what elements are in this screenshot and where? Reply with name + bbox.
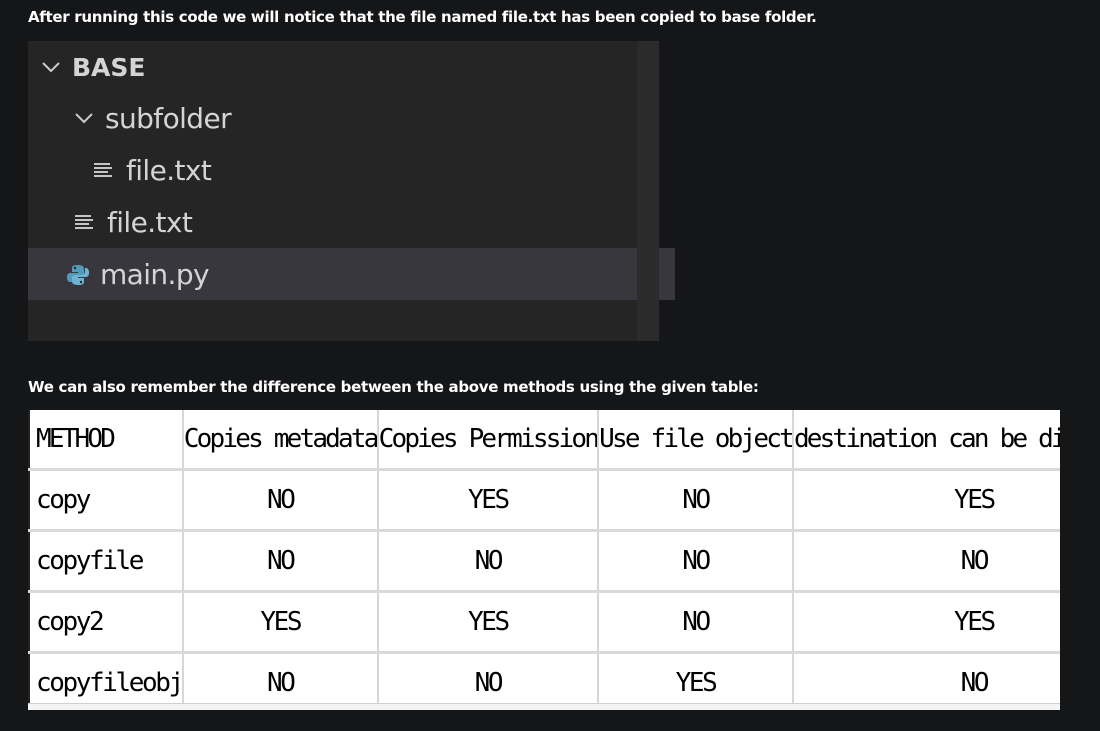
header-copies-metadata: Copies metadata: [182, 410, 379, 471]
tree-file-label: file.txt: [126, 153, 212, 187]
chevron-down-icon: [73, 107, 95, 129]
tree-file-label: file.txt: [107, 205, 193, 239]
cell-value: YES: [792, 469, 1060, 532]
file-explorer-screenshot: BASE subfolder file.txt file.txt main.py: [28, 41, 675, 341]
cell-value: YES: [598, 652, 794, 710]
cell-value: NO: [377, 652, 600, 710]
comparison-table-image: METHOD Copies metadata Copies Permission…: [28, 410, 1060, 710]
comparison-table: METHOD Copies metadata Copies Permission…: [28, 410, 1060, 710]
table-intro-paragraph: We can also remember the difference betw…: [28, 378, 759, 396]
cell-method: copyfile: [28, 530, 184, 593]
cell-value: NO: [377, 530, 600, 593]
cell-value: NO: [792, 652, 1060, 710]
cell-method: copyfileobj: [28, 652, 184, 710]
cell-value: YES: [377, 469, 600, 532]
tree-file-subfolder-file[interactable]: file.txt: [28, 144, 701, 196]
header-destination-directory: destination can be directory: [792, 410, 1060, 471]
header-method: METHOD: [28, 410, 184, 471]
cell-value: NO: [598, 591, 794, 654]
header-copies-permission: Copies Permission: [377, 410, 600, 471]
explorer-scrollbar[interactable]: [637, 41, 659, 341]
cell-value: NO: [598, 469, 794, 532]
tree-root-base[interactable]: BASE: [28, 41, 649, 93]
table-row: copy2 YES YES NO YES: [28, 591, 1060, 654]
table-row: copyfileobj NO NO YES NO: [28, 652, 1060, 710]
tree-root-label: BASE: [72, 52, 146, 82]
cell-value: NO: [792, 530, 1060, 593]
text-file-icon: [73, 211, 95, 233]
cell-value: NO: [182, 530, 379, 593]
table-row: copyfile NO NO NO NO: [28, 530, 1060, 593]
cell-value: YES: [377, 591, 600, 654]
intro-paragraph: After running this code we will notice t…: [28, 8, 817, 26]
cell-value: YES: [792, 591, 1060, 654]
chevron-down-icon: [40, 56, 62, 78]
header-use-file-object: Use file object: [598, 410, 794, 471]
tree-file-file[interactable]: file.txt: [28, 196, 682, 248]
table-row: copy NO YES NO YES: [28, 469, 1060, 532]
cell-method: copy: [28, 469, 184, 532]
tree-folder-subfolder[interactable]: subfolder: [28, 92, 682, 144]
cell-value: NO: [182, 652, 379, 710]
cell-value: NO: [598, 530, 794, 593]
cell-value: YES: [182, 591, 379, 654]
cell-value: NO: [182, 469, 379, 532]
tree-file-label: main.py: [100, 257, 210, 291]
cell-method: copy2: [28, 591, 184, 654]
python-icon: [66, 263, 89, 285]
tree-file-main-py[interactable]: main.py: [28, 248, 675, 300]
table-header-row: METHOD Copies metadata Copies Permission…: [28, 410, 1060, 471]
text-file-icon: [92, 159, 114, 181]
tree-folder-label: subfolder: [105, 101, 232, 135]
table-bottom-edge: [28, 703, 1060, 710]
